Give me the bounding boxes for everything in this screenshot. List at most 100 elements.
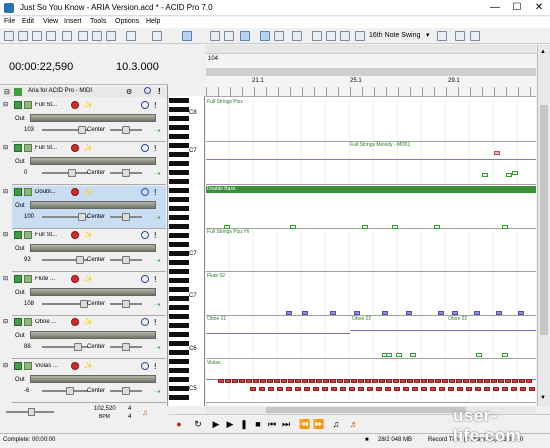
piano-black-key[interactable] bbox=[169, 314, 189, 319]
midi-note[interactable] bbox=[372, 379, 378, 383]
pan-value[interactable]: Center bbox=[87, 214, 105, 220]
midi-note[interactable] bbox=[295, 387, 301, 391]
midi-note[interactable] bbox=[224, 225, 230, 229]
auto-ripple-icon[interactable] bbox=[224, 31, 234, 41]
solo-icon[interactable]: ! bbox=[154, 231, 157, 240]
groove-select[interactable]: 16th Note Swing bbox=[369, 32, 420, 39]
midi-note[interactable] bbox=[376, 387, 382, 391]
go-to-end-icon[interactable]: ⏭ bbox=[281, 419, 291, 429]
midi-note[interactable] bbox=[421, 379, 427, 383]
automation-arrow-icon[interactable]: ➝ bbox=[154, 126, 161, 135]
undo-icon[interactable] bbox=[126, 31, 136, 41]
collapse-icon[interactable]: ⊟ bbox=[3, 362, 8, 369]
volume-value[interactable]: 103 bbox=[24, 127, 34, 133]
arm-record-icon[interactable] bbox=[71, 275, 79, 283]
track-lane[interactable]: Flute 02 bbox=[206, 273, 536, 316]
midi-note[interactable] bbox=[493, 387, 499, 391]
clip-label[interactable]: Double Bass bbox=[207, 186, 235, 192]
pan-value[interactable]: Center bbox=[87, 170, 105, 176]
refresh-icon[interactable] bbox=[455, 31, 465, 41]
mute-icon[interactable] bbox=[141, 362, 149, 370]
midi-note[interactable] bbox=[330, 311, 336, 315]
cut-icon[interactable] bbox=[78, 31, 88, 41]
piano-black-key[interactable] bbox=[169, 305, 189, 310]
midi-note[interactable] bbox=[421, 387, 427, 391]
midi-note[interactable] bbox=[519, 379, 525, 383]
render-icon[interactable] bbox=[46, 31, 56, 41]
track-name[interactable]: Violas ... bbox=[35, 363, 71, 369]
midi-note[interactable] bbox=[288, 379, 294, 383]
midi-note[interactable] bbox=[365, 379, 371, 383]
select-tool-icon[interactable] bbox=[326, 31, 336, 41]
arm-record-icon[interactable] bbox=[71, 101, 79, 109]
chevron-down-icon[interactable]: ▾ bbox=[426, 31, 430, 39]
menu-view[interactable]: View bbox=[43, 18, 58, 25]
clip-label[interactable]: Oboe 01 bbox=[207, 316, 226, 322]
midi-note[interactable] bbox=[286, 387, 292, 391]
midi-note[interactable] bbox=[502, 387, 508, 391]
midi-note[interactable] bbox=[474, 311, 480, 315]
midi-note[interactable] bbox=[470, 379, 476, 383]
midi-note[interactable] bbox=[448, 387, 454, 391]
collapse-icon[interactable]: ⊟ bbox=[3, 231, 8, 238]
metronome-toggle-icon[interactable]: ♬ bbox=[349, 419, 359, 429]
piano-black-key[interactable] bbox=[169, 242, 189, 247]
automation-arrow-icon[interactable]: ➝ bbox=[154, 300, 161, 309]
midi-note[interactable] bbox=[476, 353, 482, 357]
piano-black-key[interactable] bbox=[169, 134, 189, 139]
piano-black-key[interactable] bbox=[169, 323, 189, 328]
volume-slider[interactable] bbox=[42, 387, 88, 395]
pan-value[interactable]: Center bbox=[87, 301, 105, 307]
tempo-marker[interactable]: 104 bbox=[208, 56, 218, 62]
midi-note[interactable] bbox=[290, 225, 296, 229]
automation-arrow-icon[interactable]: ➝ bbox=[154, 256, 161, 265]
piano-keyboard[interactable]: C8 C7 C7 C7 C6 C5 bbox=[169, 96, 205, 406]
midi-note[interactable] bbox=[358, 387, 364, 391]
midi-note[interactable] bbox=[349, 387, 355, 391]
midi-note[interactable] bbox=[225, 379, 231, 383]
play-from-start-icon[interactable]: ▶ bbox=[211, 419, 221, 429]
mute-icon[interactable] bbox=[144, 87, 151, 94]
midi-note[interactable] bbox=[260, 379, 266, 383]
track-header[interactable]: Full St... ✨! Out 93 Center ➝ bbox=[12, 229, 166, 272]
piano-black-key[interactable] bbox=[169, 179, 189, 184]
midi-note[interactable] bbox=[434, 225, 440, 229]
properties-icon[interactable] bbox=[62, 31, 72, 41]
piano-black-key[interactable] bbox=[169, 359, 189, 364]
midi-note[interactable] bbox=[362, 225, 368, 229]
rewind-icon[interactable]: ⏪ bbox=[299, 419, 310, 429]
collapse-icon[interactable]: ⊟ bbox=[3, 144, 8, 151]
midi-note[interactable] bbox=[267, 379, 273, 383]
volume-slider[interactable] bbox=[42, 343, 88, 351]
track-name[interactable]: Full St... bbox=[35, 232, 71, 238]
midi-note[interactable] bbox=[385, 387, 391, 391]
midi-note[interactable] bbox=[482, 173, 488, 177]
midi-note[interactable] bbox=[518, 311, 524, 315]
midi-note[interactable] bbox=[286, 311, 292, 315]
midi-note[interactable] bbox=[457, 387, 463, 391]
solo-icon[interactable]: ! bbox=[154, 188, 157, 197]
piano-black-key[interactable] bbox=[169, 296, 189, 301]
midi-note[interactable] bbox=[268, 387, 274, 391]
track-header[interactable]: Flute ... ✨! Out 108 Center ➝ bbox=[12, 273, 166, 316]
track-name[interactable]: Flute ... bbox=[35, 276, 71, 282]
midi-note[interactable] bbox=[340, 387, 346, 391]
solo-icon[interactable]: ! bbox=[154, 318, 157, 327]
maximize-button[interactable]: ☐ bbox=[506, 0, 528, 16]
piano-black-key[interactable] bbox=[169, 98, 189, 103]
solo-icon[interactable]: ! bbox=[154, 144, 157, 153]
track-header[interactable]: Violas ... ✨! Out -6 Center ➝ bbox=[12, 360, 166, 403]
midi-note[interactable] bbox=[250, 387, 256, 391]
pan-slider[interactable] bbox=[110, 126, 142, 134]
volume-slider[interactable] bbox=[42, 126, 88, 134]
go-to-start-icon[interactable]: ⏮ bbox=[267, 419, 277, 429]
piano-black-key[interactable] bbox=[169, 350, 189, 355]
automation-arrow-icon[interactable]: ➝ bbox=[154, 213, 161, 222]
midi-note[interactable] bbox=[330, 379, 336, 383]
midi-note[interactable] bbox=[354, 311, 360, 315]
midi-note[interactable] bbox=[456, 379, 462, 383]
time-sig-bottom[interactable]: 4 bbox=[128, 414, 131, 420]
bpm-value[interactable]: 102,520 bbox=[94, 406, 116, 412]
midi-note[interactable] bbox=[281, 379, 287, 383]
piano-black-key[interactable] bbox=[169, 188, 189, 193]
